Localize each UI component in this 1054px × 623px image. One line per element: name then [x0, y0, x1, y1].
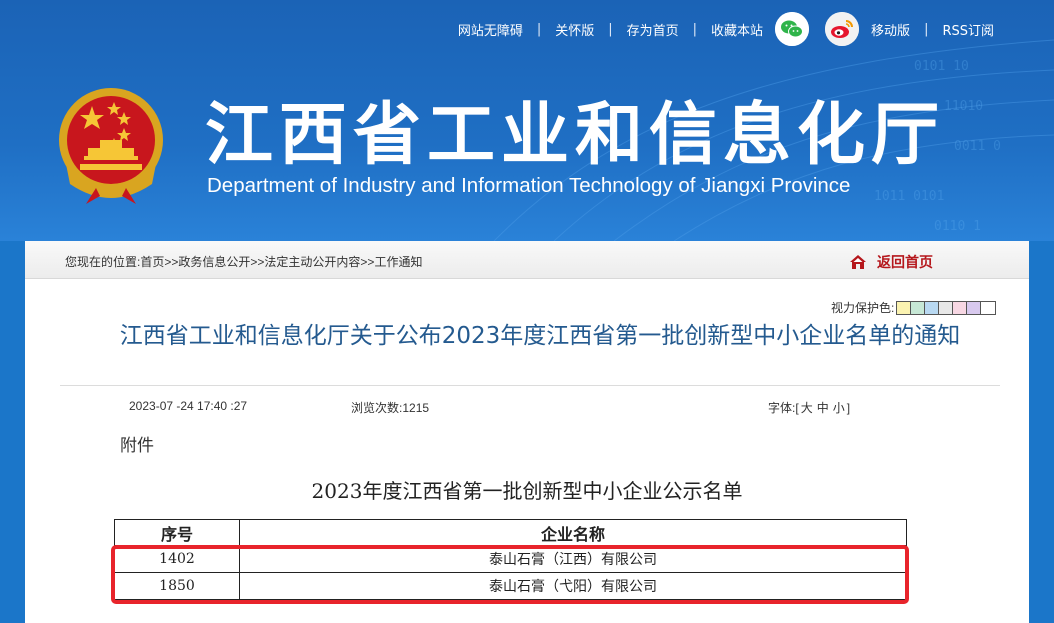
view-count-label: 浏览次数: [351, 401, 403, 415]
breadcrumb-prefix: 您现在的位置: [65, 255, 141, 269]
nav-separator: | [924, 21, 929, 37]
breadcrumb-statutory[interactable]: 法定主动公开内容 [264, 255, 360, 269]
nav-separator: | [692, 21, 698, 37]
content-panel: 您现在的位置:首页>>政务信息公开>>法定主动公开内容>>工作通知 返回首页 视… [25, 241, 1029, 623]
enterprise-name-cell: 泰山石膏（江西）有限公司 [239, 545, 907, 573]
swatch-blue[interactable] [925, 301, 940, 314]
article-title: 江西省工业和信息化厅关于公布2023年度江西省第一批创新型中小企业名单的通知 [119, 323, 961, 349]
svg-text:0110 1: 0110 1 [934, 219, 981, 234]
header-enterprise-name: 企业名称 [239, 519, 907, 546]
breadcrumb-bar: 您现在的位置:首页>>政务信息公开>>法定主动公开内容>>工作通知 返回首页 [25, 241, 1029, 279]
color-swatches [896, 300, 997, 315]
enterprise-name-cell: 泰山石膏（弋阳）有限公司 [239, 572, 907, 600]
top-navigation: 网站无障碍 | 关怀版 | 存为首页 | 收藏本站 移动版 | RSS订阅 [458, 12, 994, 46]
accessibility-link[interactable]: 网站无障碍 [458, 20, 523, 39]
swatch-gray[interactable] [939, 301, 954, 314]
view-count-value: 1215 [402, 401, 430, 415]
breadcrumb-home[interactable]: 首页 [140, 255, 164, 269]
breadcrumb-work-notice[interactable]: 工作通知 [374, 255, 422, 269]
breadcrumb-separator: >> [164, 255, 179, 269]
swatch-pink[interactable] [953, 301, 968, 314]
national-emblem-icon [59, 88, 163, 204]
return-home-label: 返回首页 [877, 255, 933, 271]
font-size-control: 字体:[大中小] [768, 399, 850, 416]
title-divider [60, 385, 1000, 386]
breadcrumb-separator: >> [360, 255, 375, 269]
font-size-medium[interactable]: 中 [817, 401, 829, 415]
swatch-white[interactable] [981, 301, 996, 314]
svg-text:1011 0101: 1011 0101 [874, 189, 944, 204]
serial-no-cell: 1402 [114, 545, 240, 573]
table-row: 1850 泰山石膏（弋阳）有限公司 [114, 572, 907, 600]
font-size-large[interactable]: 大 [801, 401, 813, 415]
svg-text:0101 10: 0101 10 [914, 59, 969, 74]
set-homepage-link[interactable]: 存为首页 [627, 20, 679, 39]
eye-protection-label: 视力保护色: [831, 301, 895, 315]
eye-protection-colors: 视力保护色: [831, 299, 997, 316]
weibo-icon[interactable] [825, 12, 860, 46]
breadcrumb: 您现在的位置:首页>>政务信息公开>>法定主动公开内容>>工作通知 [65, 253, 422, 270]
attachment-label: 附件 [120, 436, 154, 456]
font-size-small[interactable]: 小 [833, 401, 845, 415]
breadcrumb-gov-info[interactable]: 政务信息公开 [178, 255, 250, 269]
breadcrumb-separator: >> [250, 255, 265, 269]
swatch-yellow[interactable] [897, 301, 912, 314]
view-count: 浏览次数:1215 [351, 399, 429, 416]
font-size-close-bracket: ] [846, 401, 851, 415]
rss-link[interactable]: RSS订阅 [942, 20, 994, 39]
font-size-open-bracket: [ [795, 401, 799, 415]
table-row: 1402 泰山石膏（江西）有限公司 [114, 545, 907, 573]
enterprise-list-table: 序号 企业名称 1402 泰山石膏（江西）有限公司 1850 泰山石膏（弋阳）有… [114, 519, 907, 600]
swatch-green[interactable] [911, 301, 926, 314]
nav-separator: | [608, 21, 613, 37]
svg-text:0011 0: 0011 0 [954, 139, 1001, 154]
wechat-icon[interactable] [775, 12, 810, 46]
swatch-purple[interactable] [967, 301, 982, 314]
publish-date: 2023-07 -24 17:40 :27 [129, 399, 248, 413]
mobile-version-link[interactable]: 移动版 [871, 20, 910, 39]
care-mode-link[interactable]: 关怀版 [555, 20, 594, 39]
header-serial-no: 序号 [114, 519, 240, 546]
nav-separator: | [536, 21, 542, 37]
font-size-label: 字体: [768, 401, 796, 415]
site-header: 0101 10 11010 0011 0 1011 0101 0110 1 网站… [0, 0, 1054, 241]
home-icon [850, 255, 866, 269]
serial-no-cell: 1850 [114, 572, 240, 600]
bookmark-link[interactable]: 收藏本站 [711, 20, 763, 39]
site-subtitle: Department of Industry and Information T… [207, 174, 851, 197]
return-home-link[interactable]: 返回首页 [849, 252, 933, 272]
site-title: 江西省工业和信息化厅 [205, 96, 946, 175]
table-header-row: 序号 企业名称 [114, 519, 907, 546]
table-title: 2023年度江西省第一批创新型中小企业公示名单 [311, 479, 743, 503]
svg-text:11010: 11010 [944, 99, 983, 114]
